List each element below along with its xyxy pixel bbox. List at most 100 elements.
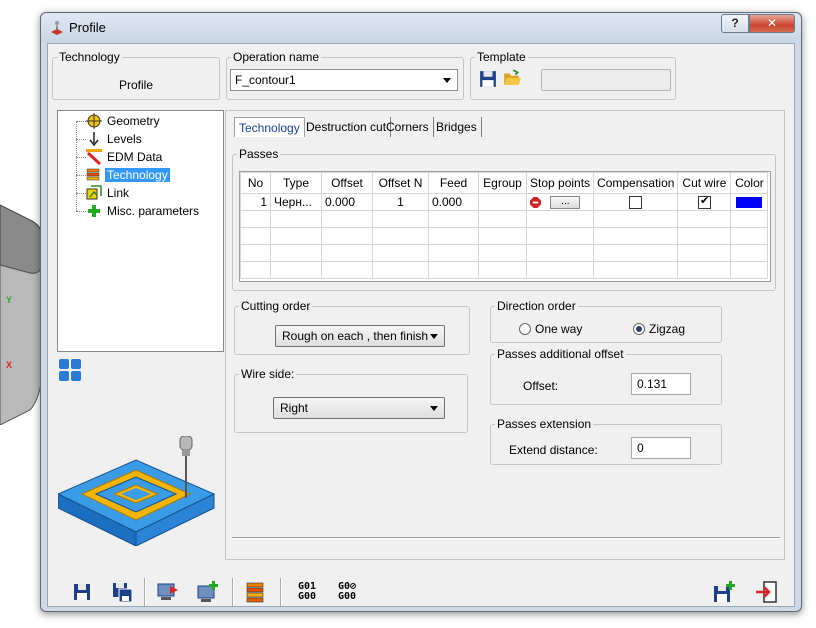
tree-item-label: Link [107,186,130,200]
save-new-icon[interactable] [712,580,736,604]
operation-name-legend: Operation name [233,50,320,64]
operation-name-value: F_contour1 [235,73,296,87]
tree-connector [76,211,86,212]
cell-type[interactable]: Черн... [270,193,322,211]
cutting-order-value: Rough on each , then finish [282,329,429,343]
cell-egroup[interactable] [478,193,527,211]
save-calculate-icon[interactable] [156,580,180,604]
cell-feed[interactable]: 0.000 [428,193,479,211]
cell-stop-points: ... [525,193,595,211]
column-header[interactable]: Egroup [478,172,527,194]
edm-wire-icon [86,149,102,165]
radio-circle [633,323,645,335]
tab-technology[interactable]: Technology [234,117,305,137]
axis-y-label: Y [6,295,13,305]
wire-side-legend: Wire side: [241,367,295,381]
close-button[interactable]: ✕ [749,14,795,33]
save-template-icon[interactable] [479,70,497,88]
table-row[interactable]: 1 Черн... 0.000 1 0.000 ... ✔ [240,193,769,211]
profile-illustration [58,436,216,546]
column-header[interactable]: Stop points [525,172,595,194]
table-row [240,210,769,228]
offset-label: Offset: [523,379,559,393]
tab-bridges[interactable]: Bridges [432,117,482,137]
color-swatch[interactable] [736,197,763,209]
tab-panel: Technology Destruction cut Corners Bridg… [225,110,785,560]
exit-icon[interactable] [754,580,778,604]
gcode-simulate-button[interactable]: G01 G00 [294,582,320,602]
template-group: Template [470,50,676,100]
cell-offset-n[interactable]: 1 [372,193,429,211]
passes-table: No Type Offset Offset N Feed Egroup Stop… [240,172,769,279]
view-layout-icon[interactable] [58,358,82,382]
tree-connector [76,121,86,122]
chevron-down-icon [430,406,438,411]
tab-corners[interactable]: Corners [382,117,434,137]
toolbar-separator [280,578,282,606]
help-button[interactable]: ? [721,14,749,33]
tree-connector [76,157,86,158]
table-header-row: No Type Offset Offset N Feed Egroup Stop… [240,172,769,194]
link-icon [86,185,102,200]
cutting-order-group: Cutting order Rough on each , then finis… [234,299,470,355]
open-folder-icon[interactable] [503,69,521,87]
cutting-order-legend: Cutting order [241,299,311,313]
passes-grid[interactable]: No Type Offset Offset N Feed Egroup Stop… [239,171,771,282]
radio-zigzag[interactable]: Zigzag [633,321,697,337]
wire-side-dropdown[interactable]: Right [273,397,445,419]
cell-color [730,193,769,211]
template-field[interactable] [541,69,671,91]
cell-no[interactable]: 1 [240,193,271,211]
passes-group: Passes No Type Offset Offset N Feed Egro… [232,147,776,291]
extend-distance-input[interactable]: 0 [631,437,691,459]
cell-cut-wire [677,193,732,211]
column-header[interactable]: Offset [321,172,373,194]
table-row [240,227,769,245]
technology-value: Profile [118,78,153,92]
wire-side-value: Right [280,401,309,415]
tree-item-label: Technology [105,168,170,182]
tab-destruction-cut[interactable]: Destruction cut [302,117,392,137]
passes-offset-group: Passes additional offset Offset: 0.131 [490,347,722,405]
column-header[interactable]: Offset N [372,172,429,194]
save-icon[interactable] [70,580,94,604]
technology-stack-icon [86,168,100,181]
axis-x-label: X [6,360,13,370]
save-as-icon[interactable] [110,580,134,604]
chevron-down-icon [430,334,438,339]
technology-legend: Technology [59,50,120,64]
plus-icon [88,205,100,217]
cut-wire-checkbox[interactable] [697,195,711,210]
passes-legend: Passes [239,147,279,161]
chevron-down-icon [443,78,451,83]
cutting-order-dropdown[interactable]: Rough on each , then finish [275,325,445,347]
offset-input[interactable]: 0.131 [631,373,691,395]
column-header[interactable]: Compensation [593,172,679,194]
compensation-checkbox[interactable] [629,196,643,210]
title-bar[interactable]: Profile ? ✕ [41,13,801,43]
passes-extension-group: Passes extension Extend distance: 0 [490,417,722,465]
operation-name-combo[interactable]: F_contour1 [230,69,458,91]
column-header[interactable]: No [240,172,271,194]
tree-item-label: Levels [107,132,142,146]
column-header[interactable]: Type [270,172,322,194]
technology-group: Technology Profile [52,50,220,100]
gcode-verify-button[interactable]: G0⊘ G00 [334,582,360,602]
parameters-tree[interactable]: Geometry Levels EDM Data Technology Link… [57,110,224,352]
extend-distance-label: Extend distance: [509,443,598,457]
passes-extension-legend: Passes extension [497,417,592,431]
column-header[interactable]: Feed [428,172,479,194]
app-icon [51,21,63,35]
wire-side-group: Wire side: Right [234,367,468,433]
column-header[interactable]: Cut wire [677,172,732,194]
column-header[interactable]: Color [730,172,769,194]
radio-one-way[interactable]: One way [519,321,589,337]
technology-stack-icon[interactable] [244,580,268,604]
calculate-add-icon[interactable] [196,580,220,604]
stop-points-button[interactable]: ... [550,196,581,210]
window-title: Profile [69,20,106,35]
direction-order-legend: Direction order [497,299,576,313]
cell-offset[interactable]: 0.000 [321,193,373,211]
radio-circle [519,323,531,335]
tree-item-label: EDM Data [107,150,163,164]
